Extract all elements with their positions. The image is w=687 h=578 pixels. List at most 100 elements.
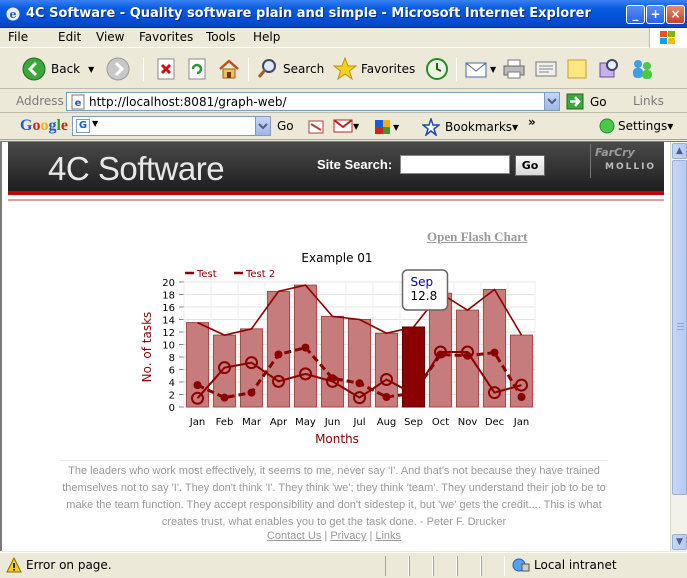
popup-blocker-button[interactable]	[307, 118, 327, 136]
toolbar-separator	[248, 57, 249, 81]
minimize-button[interactable]: _	[626, 5, 645, 24]
svg-text:e: e	[10, 8, 17, 21]
y-tick-label: 18	[162, 291, 175, 302]
address-dropdown[interactable]	[544, 93, 559, 110]
address-input[interactable]: e http://localhost:8081/graph-web/	[66, 92, 560, 111]
forward-arrow-icon	[106, 57, 130, 81]
privacy-link[interactable]: Privacy	[330, 530, 366, 542]
edit-button[interactable]	[534, 55, 558, 83]
go-button[interactable]: Go	[566, 93, 607, 110]
series-point	[247, 388, 256, 397]
google-logo[interactable]: Google	[20, 117, 68, 135]
menu-file[interactable]: File	[8, 30, 28, 44]
address-bar: Address e http://localhost:8081/graph-we…	[0, 89, 687, 113]
site-header: 4C Software Site Search: Go FarCry MOLLI…	[8, 142, 664, 195]
x-tick-label: Nov	[458, 417, 478, 428]
x-tick-label: Aug	[377, 417, 397, 428]
menu-favorites[interactable]: Favorites	[139, 30, 193, 44]
menu-tools[interactable]: Tools	[206, 30, 236, 44]
gmail-icon	[333, 119, 353, 133]
y-tick-label: 12	[162, 328, 175, 339]
legend-label: Test	[196, 269, 217, 280]
google-go-button[interactable]: Go	[277, 119, 294, 133]
star-icon	[333, 57, 357, 81]
menu-edit[interactable]: Edit	[58, 30, 81, 44]
site-search-button[interactable]: Go	[515, 155, 545, 176]
zone-label: Local intranet	[534, 558, 617, 572]
scroll-up-button[interactable]: ▲	[672, 143, 687, 159]
home-button[interactable]	[218, 55, 240, 83]
series-point	[490, 348, 499, 357]
grip-line	[677, 323, 684, 324]
scroll-down-button[interactable]: ▼	[672, 534, 687, 550]
stop-button[interactable]	[156, 55, 176, 83]
links-toolbar[interactable]: Links	[633, 94, 664, 108]
google-g-icon: G	[76, 119, 90, 133]
y-tick-label: 14	[162, 316, 175, 327]
back-button[interactable]: Back ▼	[22, 55, 94, 83]
history-button[interactable]	[425, 55, 449, 83]
y-tick-label: 10	[162, 341, 175, 352]
farcry-logo: FarCry MOLLIO	[590, 144, 660, 178]
scroll-thumb[interactable]	[672, 160, 687, 495]
status-pane	[481, 556, 505, 576]
google-search-input[interactable]: G ▼	[72, 116, 271, 136]
warning-icon[interactable]	[6, 557, 22, 573]
contact-us-link[interactable]: Contact Us	[267, 530, 321, 542]
security-zone[interactable]: Local intranet	[512, 557, 617, 573]
refresh-button[interactable]	[187, 55, 207, 83]
discuss-button[interactable]	[566, 55, 588, 83]
settings-button[interactable]: Settings ▼	[599, 118, 673, 134]
mail-icon	[465, 62, 487, 78]
favorites-label: Favorites	[361, 62, 416, 76]
site-search-input[interactable]	[400, 155, 510, 174]
forward-button[interactable]	[106, 55, 130, 83]
research-button[interactable]	[597, 55, 621, 83]
search-button[interactable]: Search	[256, 55, 324, 83]
address-label: Address	[16, 94, 64, 108]
window-title: 4C Software - Quality software plain and…	[26, 6, 591, 21]
vertical-scrollbar[interactable]: ▲ ▼	[670, 142, 687, 551]
bookmarks-button[interactable]: Bookmarks ▼	[422, 118, 518, 136]
site-brand[interactable]: 4C Software	[48, 150, 225, 188]
page-icon: e	[71, 94, 85, 110]
footer-links: Contact Us | Privacy | Links	[266, 530, 402, 542]
status-pane	[409, 556, 433, 576]
quote-text: The leaders who work most effectively, i…	[60, 460, 608, 531]
star-outline-icon	[422, 118, 440, 136]
links-link[interactable]: Links	[375, 530, 401, 542]
browser-viewport[interactable]: 4C Software Site Search: Go FarCry MOLLI…	[0, 141, 687, 551]
title-bar: e 4C Software - Quality software plain a…	[0, 0, 687, 28]
menu-view[interactable]: View	[96, 30, 124, 44]
x-axis-label: Months	[315, 432, 359, 446]
google-apps-button[interactable]: ▼	[373, 118, 399, 136]
chevron-more-icon[interactable]: »	[528, 115, 536, 129]
x-tick-label: Jan	[513, 417, 529, 428]
address-url: http://localhost:8081/graph-web/	[89, 95, 287, 109]
gmail-button[interactable]: ▼	[333, 118, 359, 134]
chevron-down-icon: ▼	[393, 122, 400, 132]
x-tick-label: May	[295, 417, 316, 428]
maximize-button[interactable]: +	[646, 5, 665, 24]
site-search-label: Site Search:	[317, 157, 393, 172]
series-point	[193, 381, 202, 390]
series-point	[517, 393, 526, 401]
y-tick-label: 16	[162, 303, 175, 314]
grip-line	[677, 326, 684, 327]
status-pane	[457, 556, 481, 576]
chevron-down-icon[interactable]: ▼	[88, 65, 94, 74]
menu-help[interactable]: Help	[253, 30, 280, 44]
close-button[interactable]: ×	[666, 5, 685, 24]
windows-logo-icon	[649, 28, 687, 48]
status-pane	[433, 556, 457, 576]
mail-button[interactable]: ▼	[464, 55, 496, 83]
x-tick-label: Sep	[404, 417, 423, 428]
print-button[interactable]	[502, 55, 526, 83]
chevron-down-icon: ▼	[667, 121, 674, 131]
favorites-button[interactable]: Favorites	[333, 55, 415, 83]
settings-label: Settings	[618, 119, 668, 133]
google-search-dropdown[interactable]	[255, 117, 270, 135]
research-icon	[599, 59, 618, 78]
messenger-button[interactable]	[629, 55, 655, 83]
tooltip-value: 12.8	[411, 289, 438, 303]
